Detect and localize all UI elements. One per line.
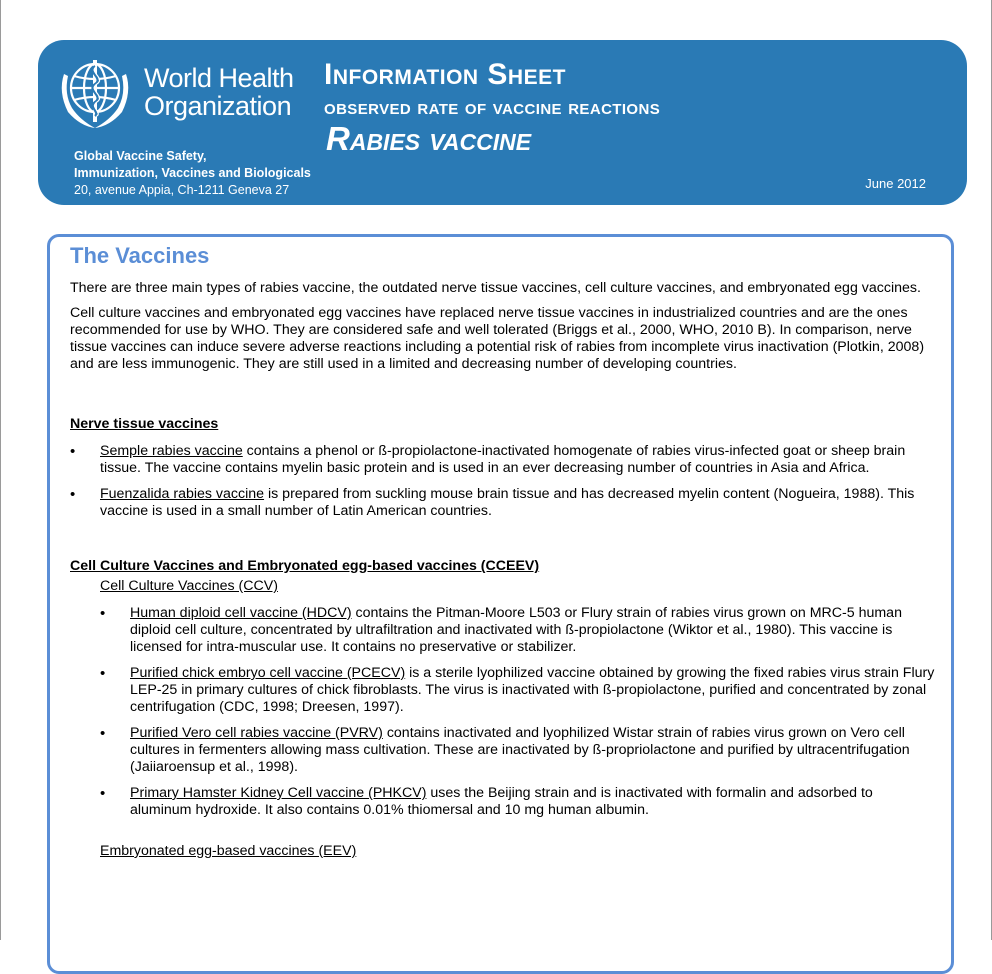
eev-heading: Embryonated egg-based vaccines (EEV) — [100, 843, 357, 859]
org-name-line2: Organization — [144, 91, 292, 121]
department-line1: Global Vaccine Safety, — [74, 149, 207, 163]
page-left-edge — [0, 0, 1, 940]
bullet-icon: • — [70, 443, 76, 460]
vaccine-term: Purified Vero cell rabies vaccine (PVRV) — [130, 725, 383, 741]
vaccine-term: Human diploid cell vaccine (HDCV) — [130, 605, 352, 621]
ccv-heading: Cell Culture Vaccines (CCV) — [100, 578, 278, 594]
sheet-subtitle: observed rate of vaccine reactions — [324, 96, 661, 119]
intro-paragraph-1: There are three main types of rabies vac… — [70, 280, 921, 296]
department-line2: Immunization, Vaccines and Biologicals — [74, 166, 311, 180]
list-item: • Purified chick embryo cell vaccine (PC… — [100, 665, 936, 716]
list-item: • Primary Hamster Kidney Cell vaccine (P… — [100, 785, 936, 819]
bullet-icon: • — [100, 725, 106, 742]
cceev-heading: Cell Culture Vaccines and Embryonated eg… — [70, 558, 540, 574]
department: Global Vaccine Safety, Immunization, Vac… — [74, 148, 311, 182]
list-item: • Semple rabies vaccine contains a pheno… — [70, 443, 936, 477]
header-banner: World Health Organization Global Vaccine… — [38, 40, 967, 205]
vaccine-term: Purified chick embryo cell vaccine (PCEC… — [130, 665, 406, 681]
vaccine-title: Rabies vaccine — [326, 120, 532, 157]
list-item: • Human diploid cell vaccine (HDCV) cont… — [100, 605, 936, 656]
content: The Vaccines There are three main types … — [70, 243, 936, 860]
vaccine-term: Fuenzalida rabies vaccine — [100, 486, 265, 502]
vaccine-term: Semple rabies vaccine — [100, 443, 243, 459]
bullet-icon: • — [100, 785, 106, 802]
who-emblem-icon — [61, 60, 129, 128]
publication-date: June 2012 — [865, 176, 926, 191]
nerve-tissue-heading: Nerve tissue vaccines — [70, 416, 219, 432]
org-name-line1: World Health — [144, 63, 294, 93]
sheet-title: Information Sheet — [324, 58, 566, 91]
nerve-tissue-list: • Semple rabies vaccine contains a pheno… — [70, 443, 936, 520]
list-item: • Purified Vero cell rabies vaccine (PVR… — [100, 725, 936, 776]
list-item: • Fuenzalida rabies vaccine is prepared … — [70, 486, 936, 520]
bullet-icon: • — [70, 486, 76, 503]
vaccine-term: Primary Hamster Kidney Cell vaccine (PHK… — [130, 785, 427, 801]
bullet-icon: • — [100, 665, 106, 682]
ccv-list: • Human diploid cell vaccine (HDCV) cont… — [100, 605, 936, 819]
intro-paragraph-2: Cell culture vaccines and embryonated eg… — [70, 305, 925, 372]
address: 20, avenue Appia, Ch-1211 Geneva 27 — [74, 183, 290, 197]
org-name: World Health Organization — [144, 64, 294, 120]
bullet-icon: • — [100, 605, 106, 622]
section-heading: The Vaccines — [70, 243, 210, 268]
